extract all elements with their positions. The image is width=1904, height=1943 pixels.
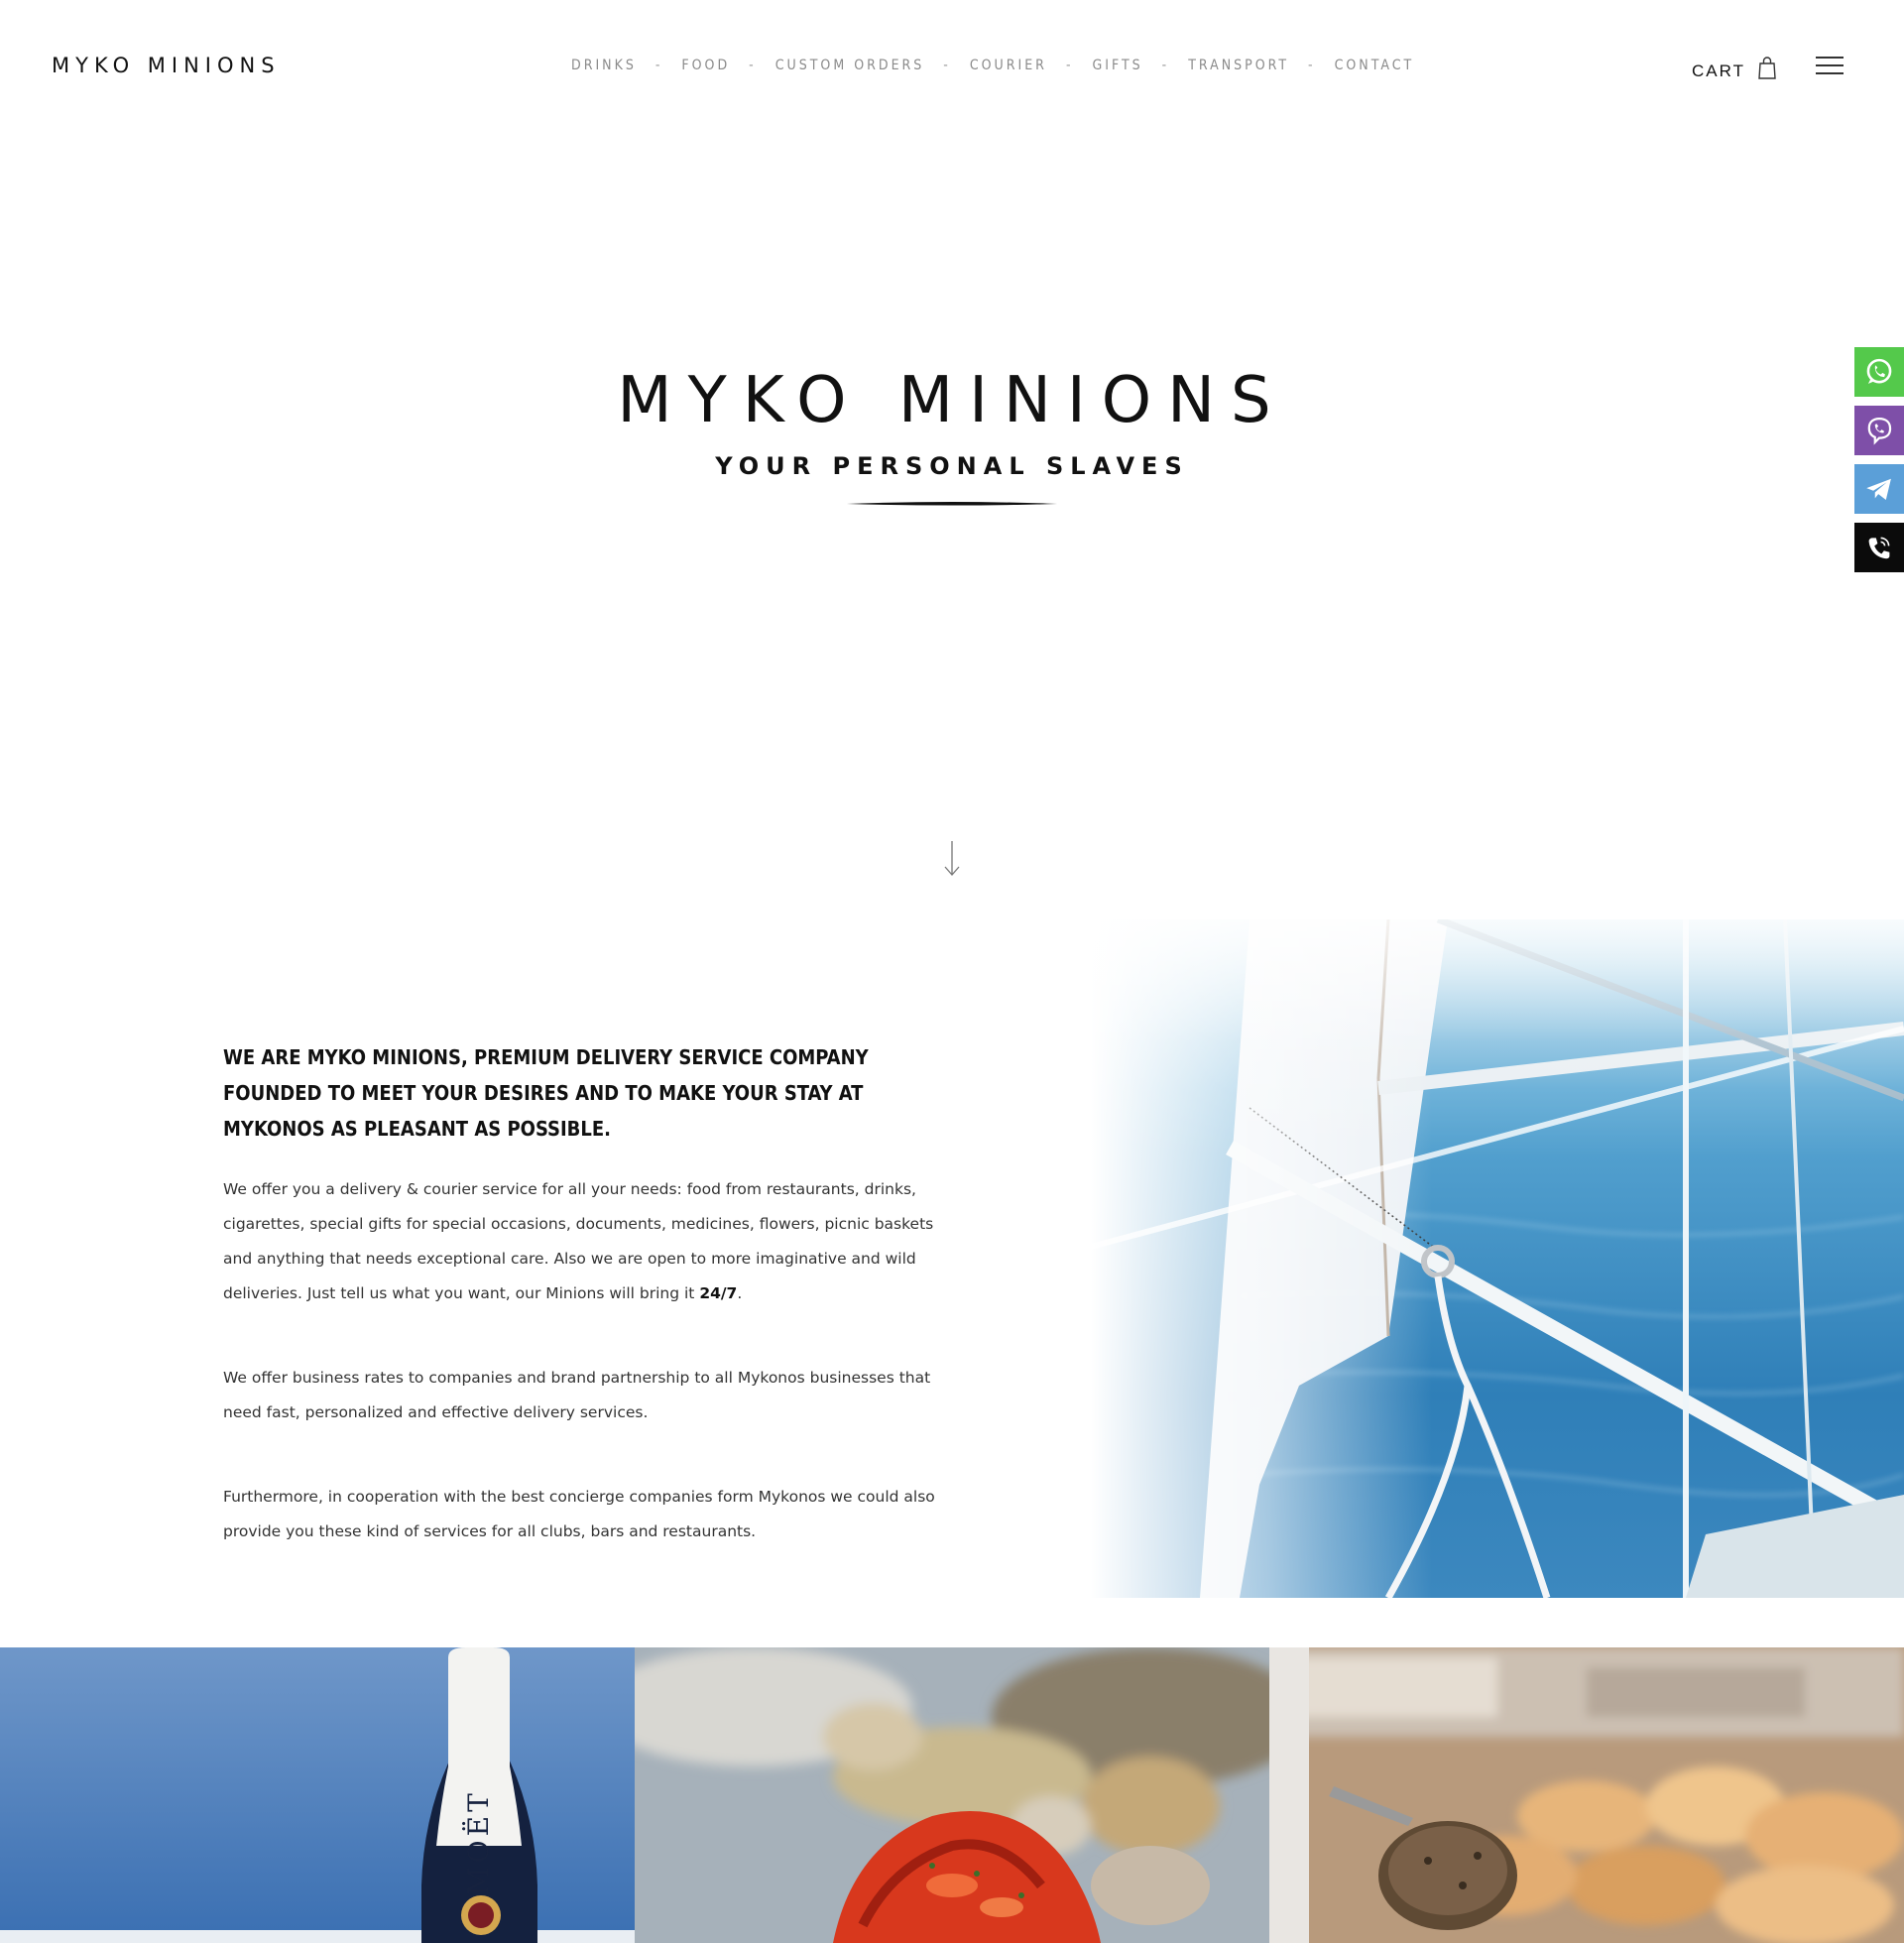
header-logo[interactable]: MYKO MINIONS	[52, 54, 281, 77]
viber-icon	[1867, 417, 1892, 445]
sailboat-photo	[1091, 919, 1904, 1598]
phone-icon	[1868, 537, 1890, 559]
availability-highlight: 24/7	[699, 1284, 738, 1302]
nav-separator: -	[1161, 58, 1170, 73]
nav-item-food[interactable]: FOOD	[681, 58, 730, 73]
hamburger-icon[interactable]	[1816, 57, 1844, 76]
scroll-down-arrow-icon[interactable]	[942, 841, 962, 877]
contact-side-bar	[1854, 347, 1904, 581]
about-paragraph-services-end: .	[737, 1284, 743, 1302]
nav-item-custom-orders[interactable]: CUSTOM ORDERS	[775, 58, 925, 73]
about-paragraph-business: We offer business rates to companies and…	[223, 1369, 931, 1421]
whatsapp-icon	[1866, 358, 1892, 384]
phone-button[interactable]	[1854, 523, 1904, 572]
gallery-tile-drinks[interactable]: MOËT	[0, 1647, 635, 1943]
nav-item-transport[interactable]: TRANSPORT	[1188, 58, 1289, 73]
nav-separator: -	[749, 58, 757, 73]
gallery-tile-food[interactable]	[635, 1647, 1269, 1943]
about-paragraph-services: We offer you a delivery & courier servic…	[223, 1172, 947, 1311]
nav-item-gifts[interactable]: GIFTS	[1092, 58, 1142, 73]
gallery-tile-bakery[interactable]	[1269, 1647, 1904, 1943]
telegram-button[interactable]	[1854, 464, 1904, 514]
about-paragraph-services-text: We offer you a delivery & courier servic…	[223, 1180, 934, 1302]
hero-tagline: YOUR PERSONAL SLAVES	[715, 452, 1189, 480]
about-paragraph-concierge: Furthermore, in cooperation with the bes…	[223, 1488, 935, 1540]
bottle-label-text: MOËT	[462, 1789, 495, 1895]
telegram-icon	[1866, 478, 1891, 501]
cart-button[interactable]: CART	[1692, 56, 1777, 81]
cart-label: CART	[1692, 61, 1745, 80]
category-gallery: MOËT	[0, 1647, 1904, 1943]
hero-underline	[847, 502, 1057, 506]
hero-logo: MYKO MINIONS	[617, 364, 1287, 437]
whatsapp-button[interactable]	[1854, 347, 1904, 397]
nav-separator: -	[1065, 58, 1074, 73]
about-heading: We are Myko Minions, premium delivery se…	[223, 1045, 869, 1141]
nav-item-courier[interactable]: COURIER	[970, 58, 1047, 73]
shopping-bag-icon	[1757, 56, 1777, 79]
nav-separator: -	[943, 58, 951, 73]
nav-item-drinks[interactable]: DRINKS	[571, 58, 637, 73]
nav-separator: -	[654, 58, 663, 73]
viber-button[interactable]	[1854, 406, 1904, 455]
hero-title: MYKO MINIONS	[0, 369, 1904, 432]
site-header: MYKO MINIONS DRINKS - FOOD - CUSTOM ORDE…	[0, 0, 1904, 139]
nav-separator: -	[1308, 58, 1316, 73]
main-nav: DRINKS - FOOD - CUSTOM ORDERS - COURIER …	[571, 58, 1414, 73]
nav-item-contact[interactable]: CONTACT	[1335, 58, 1415, 73]
